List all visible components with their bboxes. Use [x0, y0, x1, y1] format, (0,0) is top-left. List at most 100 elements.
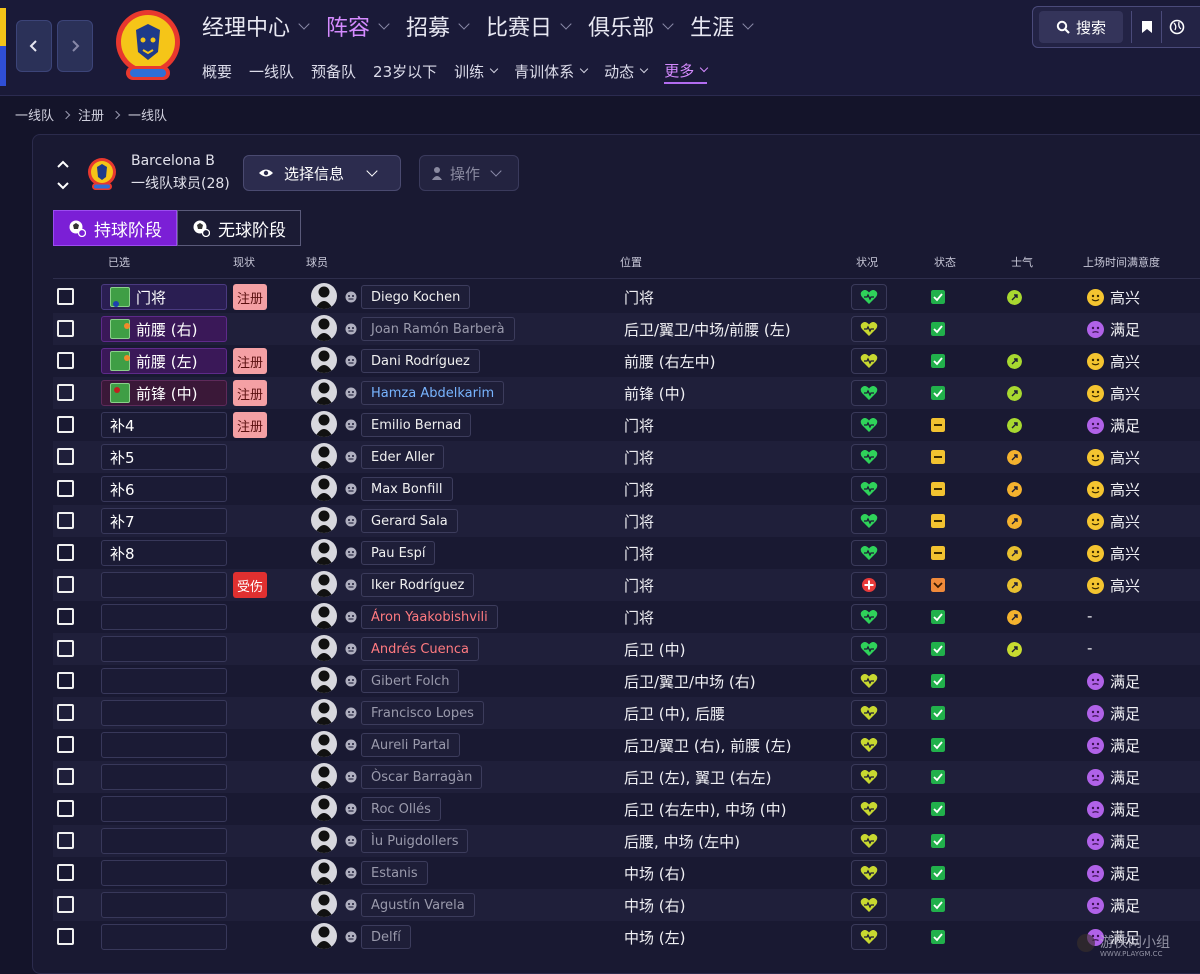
- sub-nav-item[interactable]: 预备队: [311, 58, 356, 84]
- tab-in-possession[interactable]: 持球阶段: [53, 210, 177, 246]
- row-checkbox[interactable]: [57, 288, 74, 305]
- tab-out-of-possession[interactable]: 无球阶段: [177, 210, 301, 246]
- player-avatar[interactable]: [311, 635, 337, 661]
- row-checkbox[interactable]: [57, 544, 74, 561]
- col-form[interactable]: 状态: [934, 254, 956, 270]
- selection-slot[interactable]: [101, 924, 227, 950]
- col-morale[interactable]: 士气: [1011, 254, 1033, 270]
- row-checkbox[interactable]: [57, 768, 74, 785]
- selection-slot[interactable]: [101, 636, 227, 662]
- table-row[interactable]: 补4 注册 Emilio Bernad 门将 满足: [53, 409, 1200, 441]
- table-row[interactable]: Estanis 中场 (右) 满足: [53, 857, 1200, 889]
- club-logo-icon[interactable]: [114, 8, 182, 88]
- sub-nav-item[interactable]: 更多: [664, 58, 709, 84]
- selection-slot[interactable]: [101, 604, 227, 630]
- row-checkbox[interactable]: [57, 320, 74, 337]
- back-button[interactable]: [16, 20, 52, 72]
- table-row[interactable]: 补6 Max Bonfill 门将 高兴: [53, 473, 1200, 505]
- selection-slot[interactable]: 补5: [101, 444, 227, 470]
- selection-slot[interactable]: 补7: [101, 508, 227, 534]
- main-nav-item[interactable]: 招募: [406, 10, 470, 42]
- action-button[interactable]: 操作: [419, 155, 519, 191]
- main-nav-item[interactable]: 生涯: [690, 10, 754, 42]
- row-checkbox[interactable]: [57, 864, 74, 881]
- row-checkbox[interactable]: [57, 672, 74, 689]
- player-avatar[interactable]: [311, 891, 337, 917]
- player-avatar[interactable]: [311, 667, 337, 693]
- player-avatar[interactable]: [311, 923, 337, 949]
- player-name[interactable]: Hamza Abdelkarim: [361, 381, 505, 405]
- breadcrumb-item[interactable]: 注册: [78, 105, 104, 124]
- selection-slot[interactable]: 门将: [101, 284, 227, 310]
- table-row[interactable]: 补8 Pau Espí 门将 高兴: [53, 537, 1200, 569]
- player-avatar[interactable]: [311, 539, 337, 565]
- player-avatar[interactable]: [311, 507, 337, 533]
- forward-button[interactable]: [57, 20, 93, 72]
- player-name[interactable]: Estanis: [361, 861, 428, 885]
- table-row[interactable]: Aureli Partal 后卫/翼卫 (右), 前腰 (左) 满足: [53, 729, 1200, 761]
- selection-slot[interactable]: 前腰 (右): [101, 316, 227, 342]
- player-avatar[interactable]: [311, 603, 337, 629]
- row-checkbox[interactable]: [57, 384, 74, 401]
- globe-button[interactable]: [1161, 11, 1191, 43]
- table-row[interactable]: Delfí 中场 (左) 满足: [53, 921, 1200, 953]
- table-row[interactable]: Agustín Varela 中场 (右) 满足: [53, 889, 1200, 921]
- row-checkbox[interactable]: [57, 832, 74, 849]
- row-checkbox[interactable]: [57, 736, 74, 753]
- player-avatar[interactable]: [311, 443, 337, 469]
- table-row[interactable]: Andrés Cuenca 后卫 (中) -: [53, 633, 1200, 665]
- breadcrumb-item[interactable]: 一线队: [15, 105, 54, 124]
- player-name[interactable]: Roc Ollés: [361, 797, 441, 821]
- player-name[interactable]: Max Bonfill: [361, 477, 453, 501]
- player-avatar[interactable]: [311, 315, 337, 341]
- player-avatar[interactable]: [311, 475, 337, 501]
- player-name[interactable]: Emilio Bernad: [361, 413, 472, 437]
- player-name[interactable]: Ìu Puigdollers: [361, 829, 469, 853]
- player-name[interactable]: Delfí: [361, 925, 411, 949]
- row-checkbox[interactable]: [57, 480, 74, 497]
- table-row[interactable]: 前腰 (右) Joan Ramón Barberà 后卫/翼卫/中场/前腰 (左) 满…: [53, 313, 1200, 345]
- selection-slot[interactable]: [101, 700, 227, 726]
- player-avatar[interactable]: [311, 283, 337, 309]
- selection-slot[interactable]: 前锋 (中): [101, 380, 227, 406]
- table-row[interactable]: Gibert Folch 后卫/翼卫/中场 (右) 满足: [53, 665, 1200, 697]
- table-row[interactable]: Ìu Puigdollers 后腰, 中场 (左中) 满足: [53, 825, 1200, 857]
- main-nav-item[interactable]: 比赛日: [486, 10, 572, 42]
- sub-nav-item[interactable]: 一线队: [249, 58, 294, 84]
- player-name[interactable]: Francisco Lopes: [361, 701, 484, 725]
- selection-slot[interactable]: 前腰 (左): [101, 348, 227, 374]
- col-player[interactable]: 球员: [306, 254, 328, 270]
- selection-slot[interactable]: 补4: [101, 412, 227, 438]
- player-name[interactable]: Òscar Barragàn: [361, 765, 483, 789]
- player-avatar[interactable]: [311, 731, 337, 757]
- player-avatar[interactable]: [311, 379, 337, 405]
- selection-slot[interactable]: [101, 732, 227, 758]
- selection-slot[interactable]: [101, 860, 227, 886]
- bookmark-button[interactable]: [1131, 11, 1161, 43]
- table-row[interactable]: 前锋 (中) 注册 Hamza Abdelkarim 前锋 (中) 高兴: [53, 377, 1200, 409]
- col-satisfaction[interactable]: 上场时间满意度: [1083, 254, 1160, 270]
- player-avatar[interactable]: [311, 763, 337, 789]
- row-checkbox[interactable]: [57, 512, 74, 529]
- player-name[interactable]: Andrés Cuenca: [361, 637, 480, 661]
- table-row[interactable]: Áron Yaakobishvili 门将 -: [53, 601, 1200, 633]
- player-avatar[interactable]: [311, 699, 337, 725]
- sub-nav-item[interactable]: 青训体系: [514, 58, 589, 84]
- col-selected[interactable]: 已选: [108, 254, 130, 270]
- select-info-button[interactable]: 选择信息: [243, 155, 401, 191]
- table-row[interactable]: Òscar Barragàn 后卫 (左), 翼卫 (右左) 满足: [53, 761, 1200, 793]
- player-avatar[interactable]: [311, 795, 337, 821]
- player-avatar[interactable]: [311, 859, 337, 885]
- sub-nav-item[interactable]: 概要: [202, 58, 232, 84]
- row-checkbox[interactable]: [57, 416, 74, 433]
- player-name[interactable]: Iker Rodríguez: [361, 573, 475, 597]
- row-checkbox[interactable]: [57, 352, 74, 369]
- player-name[interactable]: Agustín Varela: [361, 893, 475, 917]
- selection-slot[interactable]: [101, 796, 227, 822]
- main-nav-item[interactable]: 阵容: [326, 10, 390, 42]
- player-name[interactable]: Diego Kochen: [361, 285, 471, 309]
- row-checkbox[interactable]: [57, 448, 74, 465]
- selection-slot[interactable]: [101, 892, 227, 918]
- player-name[interactable]: Áron Yaakobishvili: [361, 605, 498, 629]
- row-checkbox[interactable]: [57, 928, 74, 945]
